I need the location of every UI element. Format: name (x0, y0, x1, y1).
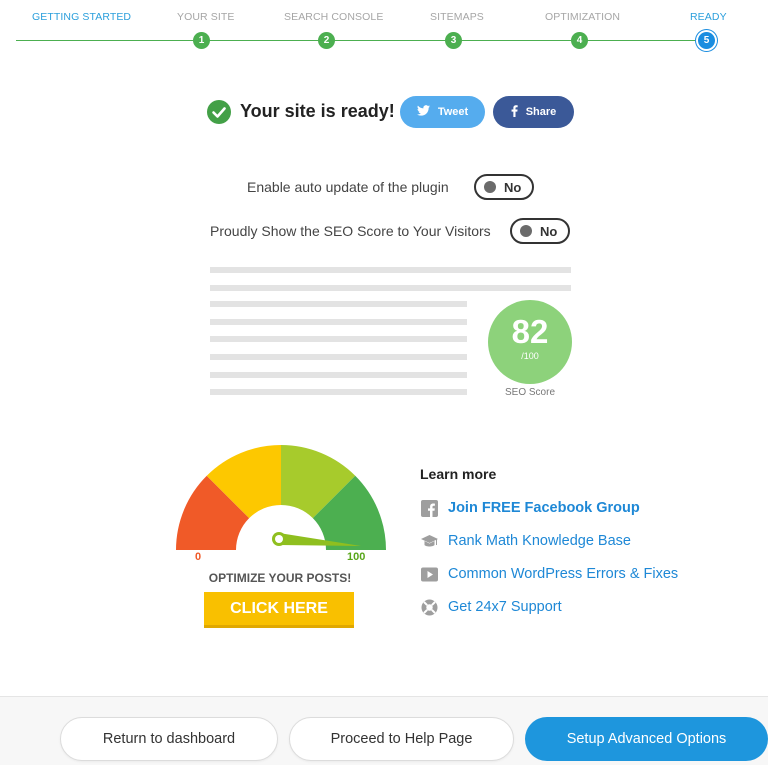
placeholder-line (210, 336, 467, 342)
learn-link-knowledge-base[interactable]: Rank Math Knowledge Base (421, 531, 631, 551)
learn-link-support[interactable]: Get 24x7 Support (421, 597, 562, 617)
footer-bar: Return to dashboard Proceed to Help Page… (0, 696, 768, 765)
setup-advanced-options-button[interactable]: Setup Advanced Options (525, 717, 768, 761)
seo-score-value: 82 (511, 313, 549, 350)
checkmark-icon (207, 100, 231, 124)
seo-score-circle: 82 /100 (488, 300, 572, 384)
auto-update-row: Enable auto update of the plugin No (0, 174, 768, 202)
placeholder-line (210, 372, 467, 378)
learn-link-wordpress-errors[interactable]: Common WordPress Errors & Fixes (421, 564, 678, 584)
seo-score-caption: SEO Score (504, 387, 556, 398)
share-button[interactable]: Share (493, 96, 574, 128)
seo-score-max: /100 (521, 351, 539, 361)
gauge-min-label: 0 (195, 551, 202, 563)
placeholder-line (210, 285, 571, 291)
tweet-label: Tweet (437, 106, 469, 118)
gauge-graphic (176, 445, 386, 550)
step-label-search-console[interactable]: SEARCH CONSOLE (284, 11, 383, 23)
step-label-sitemaps[interactable]: SITEMAPS (430, 11, 484, 23)
click-here-button[interactable]: CLICK HERE (204, 592, 354, 628)
seo-score-row: Proudly Show the SEO Score to Your Visit… (0, 218, 768, 246)
step-dot-4[interactable]: 4 (571, 32, 588, 49)
placeholder-line (210, 389, 467, 395)
facebook-f-icon (511, 104, 518, 120)
tweet-button[interactable]: Tweet (400, 96, 485, 128)
learn-link-label: Common WordPress Errors & Fixes (448, 566, 679, 582)
step-label-getting-started[interactable]: GETTING STARTED (32, 11, 131, 23)
learn-link-label: Join FREE Facebook Group (448, 500, 640, 516)
optimize-headline: OPTIMIZE YOUR POSTS! (208, 571, 352, 585)
lifebuoy-icon (421, 599, 438, 616)
video-play-icon (421, 566, 438, 583)
step-dot-5[interactable]: 5 (698, 32, 715, 49)
placeholder-line (210, 354, 467, 360)
gauge-max-label: 100 (347, 551, 366, 563)
twitter-icon (416, 105, 430, 119)
ready-row: Your site is ready! Tweet Share (0, 96, 768, 128)
step-label-optimization[interactable]: OPTIMIZATION (545, 11, 620, 23)
step-dot-3[interactable]: 3 (445, 32, 462, 49)
stepper-track (16, 40, 704, 41)
placeholder-line (210, 267, 571, 273)
learn-more-title: Learn more (420, 466, 497, 482)
placeholder-line (210, 319, 467, 325)
step-dot-1[interactable]: 1 (193, 32, 210, 49)
learn-link-facebook-group[interactable]: Join FREE Facebook Group (421, 498, 640, 518)
toggle-state: No (504, 180, 522, 195)
learn-link-label: Rank Math Knowledge Base (448, 533, 631, 549)
toggle-state: No (540, 224, 558, 239)
share-label: Share (525, 106, 557, 118)
facebook-icon (421, 499, 438, 517)
toggle-knob (520, 225, 532, 237)
step-label-your-site[interactable]: YOUR SITE (177, 11, 235, 23)
step-dot-2[interactable]: 2 (318, 32, 335, 49)
seo-score-toggle[interactable]: No (510, 218, 570, 244)
graduation-cap-icon (421, 533, 438, 550)
learn-link-label: Get 24x7 Support (448, 599, 562, 615)
toggle-knob (484, 181, 496, 193)
auto-update-label: Enable auto update of the plugin (247, 179, 449, 195)
step-label-ready[interactable]: READY (690, 11, 727, 23)
setup-stepper: GETTING STARTED YOUR SITE 1 SEARCH CONSO… (0, 0, 768, 60)
auto-update-toggle[interactable]: No (474, 174, 534, 200)
return-to-dashboard-button[interactable]: Return to dashboard (60, 717, 278, 761)
seo-score-label: Proudly Show the SEO Score to Your Visit… (210, 223, 491, 239)
ready-title: Your site is ready! (240, 101, 395, 121)
proceed-to-help-button[interactable]: Proceed to Help Page (289, 717, 514, 761)
placeholder-line (210, 301, 467, 307)
